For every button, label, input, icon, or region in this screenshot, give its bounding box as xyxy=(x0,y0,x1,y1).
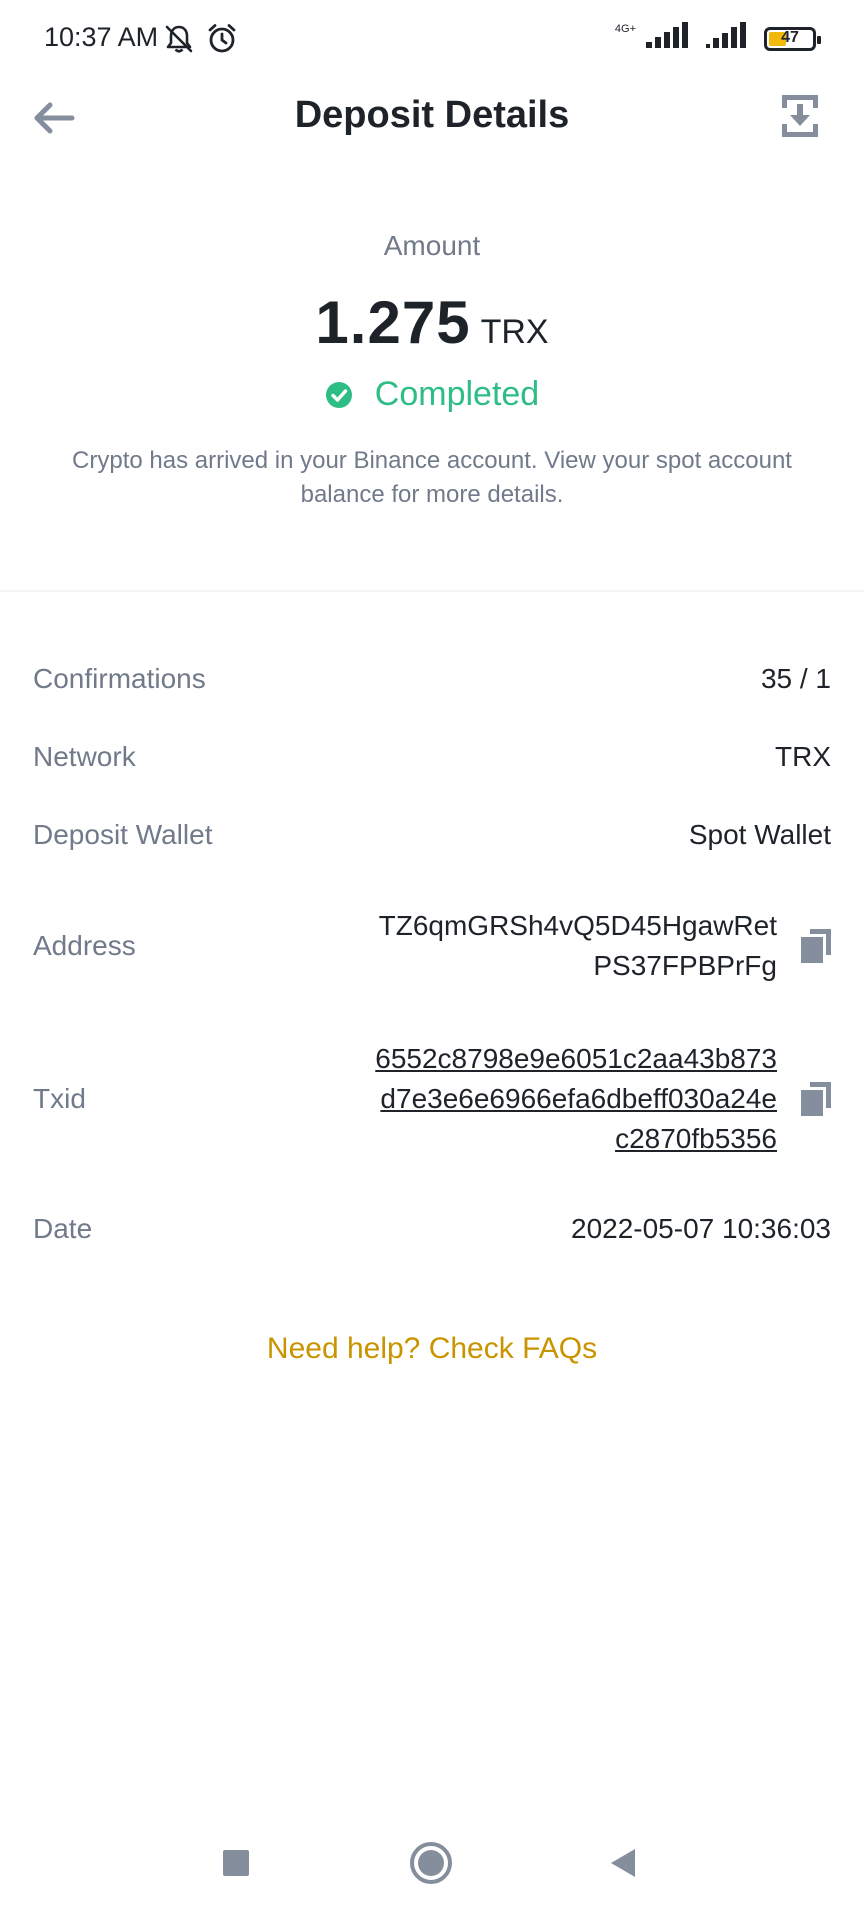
section-divider xyxy=(0,590,864,592)
network-type: 4G+ xyxy=(614,23,636,35)
address-row: Address TZ6qmGRSh4vQ5D45HgawRet PS37FPBP… xyxy=(33,884,831,1008)
top-app-bar: Deposit Details xyxy=(0,80,864,190)
amount-unit: TRX xyxy=(480,313,549,351)
bell-muted-icon xyxy=(162,22,196,56)
battery-nub xyxy=(817,35,821,44)
amount-value: 1.275 xyxy=(315,289,471,356)
copy-icon xyxy=(801,1082,831,1116)
txid-label: Txid xyxy=(33,1083,86,1114)
txid-row: Txid 6552c8798e9e6051c2aa43b873 d7e3e6e6… xyxy=(33,1028,831,1170)
amount-label: Amount xyxy=(383,230,481,261)
deposit-status: Completed xyxy=(0,375,864,414)
back-nav-button[interactable] xyxy=(598,1838,648,1888)
system-nav-bar xyxy=(0,1810,864,1920)
battery-icon: 47 xyxy=(764,26,821,51)
deposit-wallet-row: Deposit Wallet Spot Wallet xyxy=(33,796,831,874)
triangle-back-icon xyxy=(611,1849,635,1877)
status-bar: 10:37 AM 4G+ 47 xyxy=(0,0,864,80)
txid-link[interactable]: 6552c8798e9e6051c2aa43b873 d7e3e6e6966ef… xyxy=(375,1039,777,1159)
status-indicators: 4G+ 47 xyxy=(614,22,821,55)
deposit-wallet-label: Deposit Wallet xyxy=(33,819,213,850)
address-value: TZ6qmGRSh4vQ5D45HgawRet PS37FPBPrFg xyxy=(378,910,777,981)
details-list: Confirmations 35 / 1 Network TRX Deposit… xyxy=(33,640,831,1268)
date-label: Date xyxy=(33,1213,93,1244)
status-text: Completed xyxy=(374,375,540,413)
network-label: Network xyxy=(33,741,136,772)
download-share-icon xyxy=(782,95,818,137)
address-value-group: TZ6qmGRSh4vQ5D45HgawRet PS37FPBPrFg xyxy=(379,906,831,986)
confirmations-row: Confirmations 35 / 1 xyxy=(33,640,831,718)
copy-address-button[interactable] xyxy=(801,928,831,964)
confirmations-label: Confirmations xyxy=(33,663,206,694)
date-value: 2022-05-07 10:36:03 xyxy=(571,1213,831,1244)
confirmations-value: 35 / 1 xyxy=(760,663,831,694)
home-button[interactable] xyxy=(406,1838,456,1888)
battery-level: 47 xyxy=(781,28,799,46)
amount-row: 1.275 TRX xyxy=(0,288,864,357)
network-row: Network TRX xyxy=(33,718,831,796)
page-title: Deposit Details xyxy=(294,94,570,136)
check-circle-icon xyxy=(325,381,352,408)
signal-strength-icon xyxy=(644,22,694,55)
recents-button[interactable] xyxy=(211,1838,261,1888)
copy-icon xyxy=(801,929,831,963)
home-circle-icon xyxy=(410,1842,452,1884)
help-faq-link[interactable]: Need help? Check FAQs xyxy=(0,1332,864,1366)
deposit-wallet-value: Spot Wallet xyxy=(688,819,831,850)
deposit-note: Crypto has arrived in your Binance accou… xyxy=(72,447,792,508)
network-value: TRX xyxy=(775,741,831,772)
status-time: 10:37 AM xyxy=(44,22,159,52)
square-icon xyxy=(223,1850,249,1876)
date-row: Date 2022-05-07 10:36:03 xyxy=(33,1190,831,1268)
txid-value-group: 6552c8798e9e6051c2aa43b873 d7e3e6e6966ef… xyxy=(375,1039,831,1159)
share-button[interactable] xyxy=(772,88,828,144)
signal-strength-2-icon xyxy=(704,22,748,55)
copy-txid-button[interactable] xyxy=(801,1081,831,1117)
amount-section: Amount 1.275 TRX Completed Crypto has ar… xyxy=(0,230,864,512)
address-label: Address xyxy=(33,930,136,961)
alarm-icon xyxy=(205,22,239,56)
